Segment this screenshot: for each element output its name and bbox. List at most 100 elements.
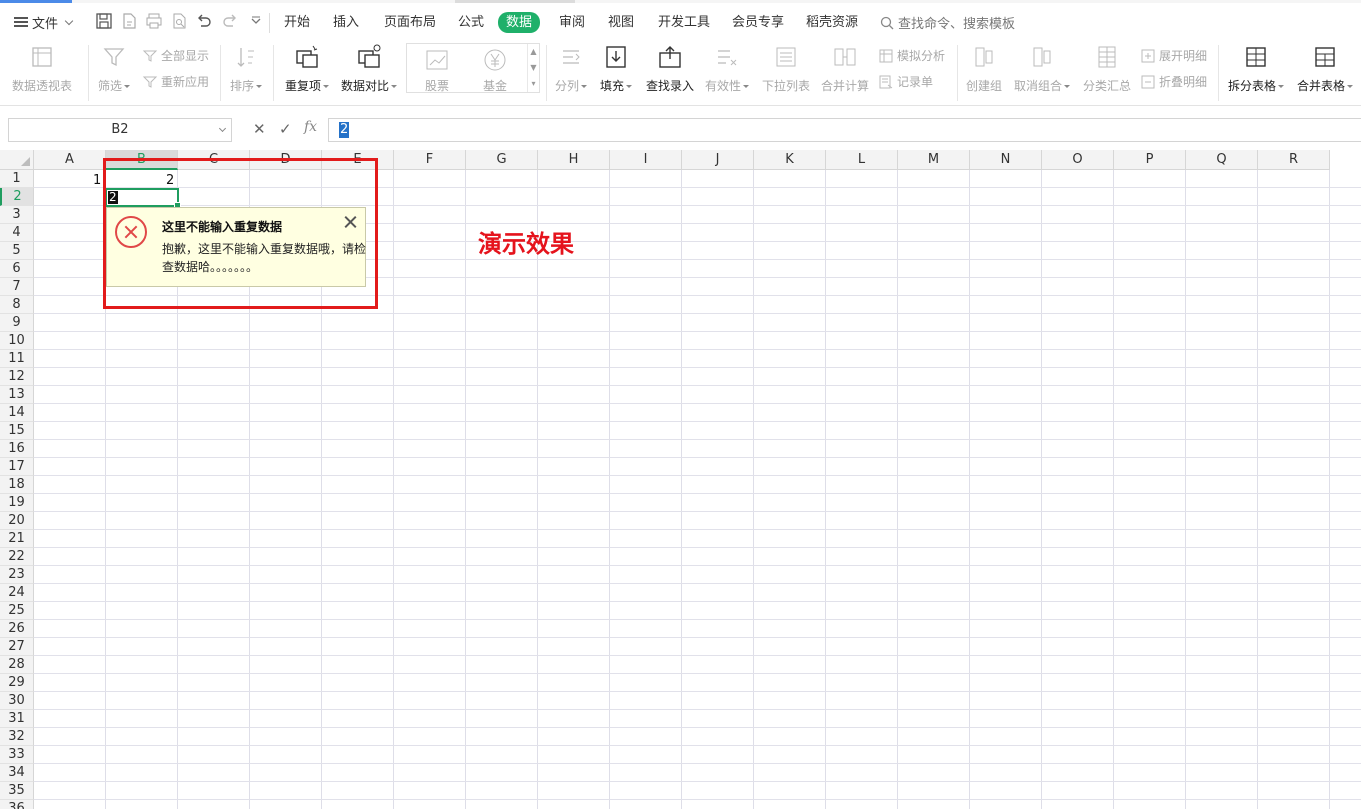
row-header-27[interactable]: 27 [0,638,34,656]
merge-table-button[interactable]: 合并表格 [1297,43,1354,94]
expand-detail-button[interactable]: 展开明细 [1140,47,1207,64]
sort-button[interactable]: 排序 [230,43,263,94]
split-table-button[interactable]: 拆分表格 [1228,43,1285,94]
what-if-analysis-button[interactable]: 模拟分析 [878,47,945,64]
column-header-l[interactable]: L [826,150,898,170]
tab-data[interactable]: 数据 [498,12,541,33]
column-header-o[interactable]: O [1042,150,1114,170]
spreadsheet-grid[interactable]: A B C D E F G H I J K L M N O P Q R 1 2 3 4 5 6 7 8 9 10 11 12 13 14 15 1… [0,150,1361,809]
gallery-scroller[interactable]: ▲ ▼ ▾ [527,44,539,92]
column-header-q[interactable]: Q [1186,150,1258,170]
row-header-19[interactable]: 19 [0,494,34,512]
column-header-g[interactable]: G [466,150,538,170]
column-header-m[interactable]: M [898,150,970,170]
row-header-14[interactable]: 14 [0,404,34,422]
select-all-corner[interactable] [0,150,34,170]
column-header-p[interactable]: P [1114,150,1186,170]
show-all-button[interactable]: 全部显示 [142,47,209,64]
row-header-4[interactable]: 4 [0,224,34,242]
row-header-31[interactable]: 31 [0,710,34,728]
row-header-22[interactable]: 22 [0,548,34,566]
column-header-f[interactable]: F [394,150,466,170]
create-group-button[interactable]: 创建组 [966,43,1002,94]
row-header-17[interactable]: 17 [0,458,34,476]
collapse-detail-button[interactable]: 折叠明细 [1140,73,1207,90]
ungroup-button[interactable]: 取消组合 [1014,43,1071,94]
row-header-28[interactable]: 28 [0,656,34,674]
name-box[interactable]: B2 [8,118,232,142]
tab-member[interactable]: 会员专享 [732,13,784,33]
command-search[interactable]: 查找命令、搜索模板 [880,13,1015,32]
cancel-entry-icon[interactable]: ✕ [253,120,266,138]
gallery-more-icon[interactable]: ▾ [528,76,539,92]
print-preview-icon[interactable] [170,12,188,30]
consolidate-button[interactable]: 合并计算 [821,43,869,94]
row-header-3[interactable]: 3 [0,206,34,224]
row-header-21[interactable]: 21 [0,530,34,548]
tab-insert[interactable]: 插入 [333,13,359,33]
row-header-33[interactable]: 33 [0,746,34,764]
filter-button[interactable]: 筛选 [98,43,131,94]
row-header-29[interactable]: 29 [0,674,34,692]
row-header-20[interactable]: 20 [0,512,34,530]
tab-page-layout[interactable]: 页面布局 [384,13,436,33]
row-header-13[interactable]: 13 [0,386,34,404]
row-header-10[interactable]: 10 [0,332,34,350]
column-header-a[interactable]: A [34,150,106,170]
customize-toolbar-icon[interactable] [247,12,265,30]
row-header-34[interactable]: 34 [0,764,34,782]
data-compare-button[interactable]: 数据对比 [341,43,398,94]
tab-docer-resources[interactable]: 稻壳资源 [806,13,858,33]
row-header-35[interactable]: 35 [0,782,34,800]
row-header-23[interactable]: 23 [0,566,34,584]
gallery-down-icon[interactable]: ▼ [528,60,539,76]
row-header-11[interactable]: 11 [0,350,34,368]
fund-button[interactable]: 基金 [467,47,523,94]
row-header-25[interactable]: 25 [0,602,34,620]
dropdown-list-button[interactable]: 下拉列表 [762,43,810,94]
tab-home[interactable]: 开始 [284,13,310,33]
row-header-26[interactable]: 26 [0,620,34,638]
column-header-j[interactable]: J [682,150,754,170]
cell-a1[interactable]: 1 [93,172,101,190]
tab-formulas[interactable]: 公式 [458,13,484,33]
export-pdf-icon[interactable] [120,12,138,30]
insert-function-icon[interactable]: fx [304,119,317,135]
undo-icon[interactable] [195,12,213,30]
column-header-h[interactable]: H [538,150,610,170]
column-header-i[interactable]: I [610,150,682,170]
row-header-12[interactable]: 12 [0,368,34,386]
duplicates-button[interactable]: 重复项 [285,43,330,94]
print-icon[interactable] [145,12,163,30]
row-header-9[interactable]: 9 [0,314,34,332]
row-header-15[interactable]: 15 [0,422,34,440]
file-menu-button[interactable]: 文件 [14,13,74,32]
gallery-up-icon[interactable]: ▲ [528,44,539,60]
row-header-7[interactable]: 7 [0,278,34,296]
redo-icon[interactable] [221,12,239,30]
formula-input[interactable]: 2 [328,118,1361,142]
column-header-n[interactable]: N [970,150,1042,170]
column-header-r[interactable]: R [1258,150,1330,170]
reapply-button[interactable]: 重新应用 [142,73,209,90]
row-header-18[interactable]: 18 [0,476,34,494]
save-icon[interactable] [95,12,113,30]
row-header-16[interactable]: 16 [0,440,34,458]
tab-view[interactable]: 视图 [608,13,634,33]
row-header-36[interactable]: 36 [0,800,34,809]
row-header-6[interactable]: 6 [0,260,34,278]
row-header-5[interactable]: 5 [0,242,34,260]
row-header-24[interactable]: 24 [0,584,34,602]
pivot-table-button[interactable]: 数据透视表 [12,43,72,94]
record-form-button[interactable]: 记录单 [878,73,933,90]
column-header-k[interactable]: K [754,150,826,170]
subtotal-button[interactable]: 分类汇总 [1083,43,1131,94]
row-header-1[interactable]: 1 [0,170,34,188]
row-header-8[interactable]: 8 [0,296,34,314]
lookup-entry-button[interactable]: 查找录入 [646,43,694,94]
confirm-entry-icon[interactable]: ✓ [279,120,292,138]
stock-button[interactable]: 股票 [409,47,465,94]
row-header-30[interactable]: 30 [0,692,34,710]
fill-button[interactable]: 填充 [600,43,633,94]
tab-review[interactable]: 审阅 [559,13,585,33]
